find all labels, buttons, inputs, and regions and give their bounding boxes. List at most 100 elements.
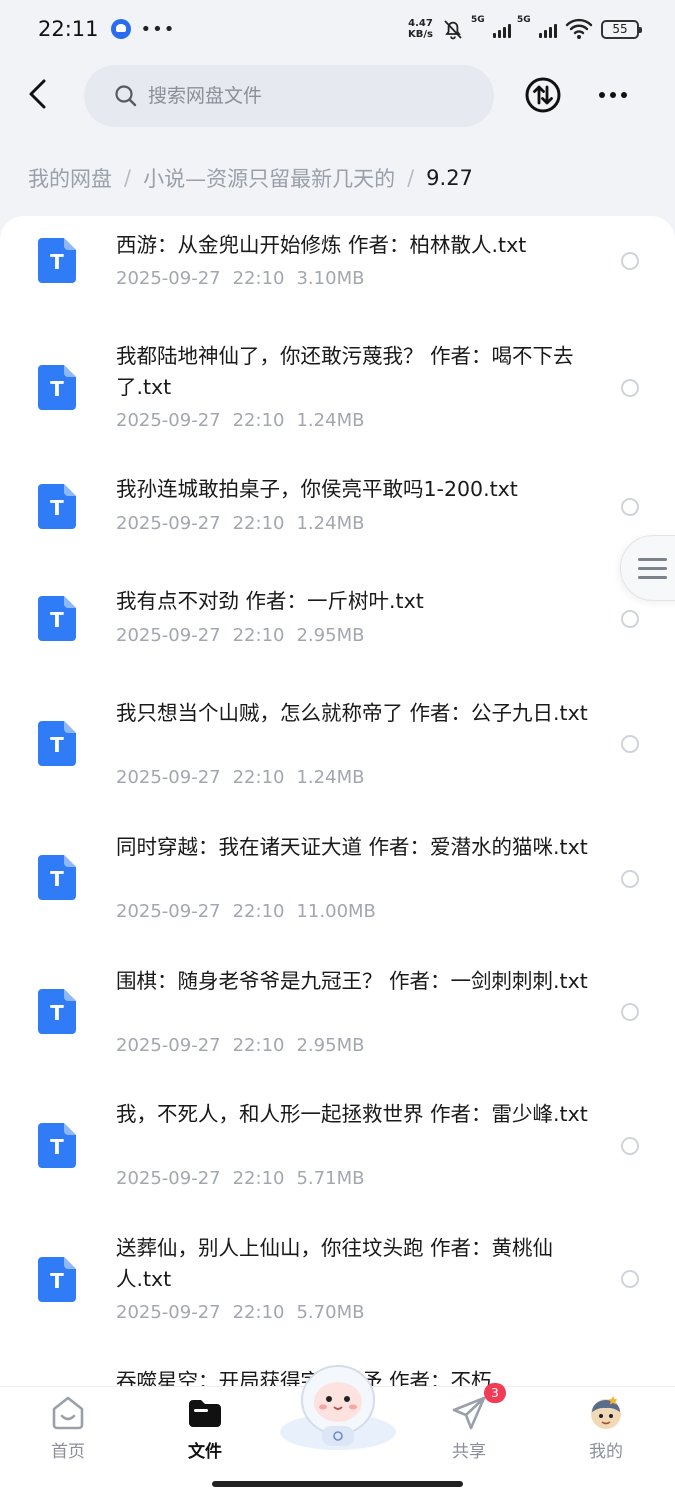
search-input[interactable] xyxy=(148,85,448,107)
menu-line xyxy=(638,557,667,561)
back-button[interactable] xyxy=(20,76,56,112)
select-checkbox[interactable] xyxy=(621,1137,639,1155)
more-options-button[interactable] xyxy=(594,80,632,110)
txt-file-icon: T xyxy=(38,596,76,641)
select-checkbox[interactable] xyxy=(621,735,639,753)
tab-share[interactable]: 3 共享 xyxy=(414,1383,524,1477)
file-name: 我只想当个山贼，怎么就称帝了 作者：公子九日.txt xyxy=(116,701,588,725)
txt-file-icon: T xyxy=(38,365,76,410)
svg-text:T: T xyxy=(50,377,64,401)
file-size: 11.00MB xyxy=(296,901,376,922)
tab-files[interactable]: 文件 xyxy=(150,1387,260,1477)
mute-bell-icon xyxy=(444,20,462,40)
file-time: 22:10 xyxy=(232,625,285,646)
txt-file-icon: T xyxy=(38,721,76,766)
select-checkbox[interactable] xyxy=(621,610,639,628)
select-checkbox[interactable] xyxy=(621,498,639,516)
file-date: 2025-09-27 xyxy=(116,1035,221,1056)
file-date: 2025-09-27 xyxy=(116,901,221,922)
file-name: 送葬仙，别人上仙山，你往坟头跑 作者：黄桃仙人.txt xyxy=(116,1236,554,1291)
share-badge: 3 xyxy=(484,1383,506,1403)
top-navigation xyxy=(0,62,675,128)
file-row[interactable]: T 我孙连城敢拍桌子，你侯亮平敢吗1-200.txt 2025-09-27 22:… xyxy=(0,456,675,566)
ai-assistant-mascot-icon[interactable] xyxy=(278,1352,398,1452)
wifi-icon xyxy=(565,18,593,39)
file-meta: 2025-09-27 22:10 11.00MB xyxy=(116,901,376,922)
file-meta: 2025-09-27 22:10 2.95MB xyxy=(116,625,364,646)
network-speed-value: 4.47 xyxy=(408,18,433,29)
svg-text:T: T xyxy=(50,1001,64,1025)
file-meta: 2025-09-27 22:10 2.95MB xyxy=(116,1035,364,1056)
file-row[interactable]: T 西游：从金兜山开始修炼 作者：柏林散人.txt 2025-09-27 22:1… xyxy=(0,216,675,326)
file-row[interactable]: T 同时穿越：我在诸天证大道 作者：爱潜水的猫咪.txt 2025-09-27 2… xyxy=(0,811,675,945)
file-time: 22:10 xyxy=(232,1302,285,1323)
breadcrumb-folder[interactable]: 小说—资源只留最新几天的 xyxy=(143,163,395,193)
file-meta: 2025-09-27 22:10 1.24MB xyxy=(116,513,364,534)
select-checkbox[interactable] xyxy=(621,1270,639,1288)
more-dot xyxy=(621,92,627,98)
status-indicators: 4.47 KB/s 5G 5G 55 xyxy=(408,15,642,41)
file-row[interactable]: T 我有点不对劲 作者：一斤树叶.txt 2025-09-27 22:10 2.95… xyxy=(0,566,675,676)
select-checkbox[interactable] xyxy=(621,379,639,397)
more-dot xyxy=(610,92,616,98)
more-dot xyxy=(599,92,605,98)
file-meta: 2025-09-27 22:10 3.10MB xyxy=(116,268,364,289)
sim2-label: 5G xyxy=(517,15,531,25)
file-row[interactable]: T 送葬仙，别人上仙山，你往坟头跑 作者：黄桃仙人.txt 2025-09-27… xyxy=(0,1212,675,1345)
file-time: 22:10 xyxy=(232,513,285,534)
file-name: 同时穿越：我在诸天证大道 作者：爱潜水的猫咪.txt xyxy=(116,835,588,859)
file-size: 1.24MB xyxy=(296,513,365,534)
txt-file-icon: T xyxy=(38,1123,76,1168)
txt-file-icon: T xyxy=(38,989,76,1034)
battery-indicator: 55 xyxy=(601,19,642,39)
file-date: 2025-09-27 xyxy=(116,513,221,534)
file-time: 22:10 xyxy=(232,767,285,788)
breadcrumb-separator: / xyxy=(124,166,132,190)
search-bar[interactable] xyxy=(84,65,494,127)
tab-profile[interactable]: 我的 xyxy=(551,1387,661,1477)
breadcrumb-root[interactable]: 我的网盘 xyxy=(28,163,112,193)
file-list: T 西游：从金兜山开始修炼 作者：柏林散人.txt 2025-09-27 22:1… xyxy=(0,216,675,1386)
tab-home-label: 首页 xyxy=(51,1442,85,1462)
file-name: 我有点不对劲 作者：一斤树叶.txt xyxy=(116,589,424,613)
file-time: 22:10 xyxy=(232,901,285,922)
upload-download-icon xyxy=(525,77,561,113)
menu-line xyxy=(638,575,667,579)
file-row[interactable]: T 我都陆地神仙了，你还敢污蔑我？ 作者：喝不下去了.txt 2025-09-2… xyxy=(0,326,675,456)
file-row[interactable]: T 我只想当个山贼，怎么就称帝了 作者：公子九日.txt 2025-09-27 2… xyxy=(0,676,675,811)
network-speed: 4.47 KB/s xyxy=(408,18,433,40)
svg-text:T: T xyxy=(50,1135,64,1159)
file-size: 5.71MB xyxy=(296,1168,365,1189)
select-checkbox[interactable] xyxy=(621,252,639,270)
menu-line xyxy=(638,566,667,570)
select-checkbox[interactable] xyxy=(621,870,639,888)
svg-text:T: T xyxy=(50,1269,64,1293)
file-time: 22:10 xyxy=(232,410,285,431)
file-date: 2025-09-27 xyxy=(116,1168,221,1189)
send-icon xyxy=(452,1396,486,1430)
svg-text:T: T xyxy=(50,733,64,757)
svg-text:T: T xyxy=(50,608,64,632)
transfer-list-button[interactable] xyxy=(524,76,562,114)
home-icon xyxy=(52,1396,84,1430)
file-time: 22:10 xyxy=(232,268,285,289)
battery-level: 55 xyxy=(612,22,628,36)
tab-files-label: 文件 xyxy=(188,1442,222,1462)
file-size: 1.24MB xyxy=(296,410,365,431)
select-checkbox[interactable] xyxy=(621,1003,639,1021)
breadcrumb: 我的网盘 / 小说—资源只留最新几天的 / 9.27 xyxy=(28,160,473,196)
txt-file-icon: T xyxy=(38,855,76,900)
file-row[interactable]: T 我，不死人，和人形一起拯救世界 作者：雷少峰.txt 2025-09-27 2… xyxy=(0,1078,675,1212)
tab-home[interactable]: 首页 xyxy=(13,1387,123,1477)
breadcrumb-separator: / xyxy=(407,166,415,190)
svg-text:T: T xyxy=(50,867,64,891)
svg-text:T: T xyxy=(50,496,64,520)
tab-share-label: 共享 xyxy=(452,1442,486,1462)
more-notifications-icon: ••• xyxy=(140,18,176,40)
file-date: 2025-09-27 xyxy=(116,625,221,646)
file-time: 22:10 xyxy=(232,1168,285,1189)
folder-icon xyxy=(189,1400,221,1427)
baidu-netdisk-notification-icon xyxy=(110,19,131,39)
status-bar: 22:11 ••• 4.47 KB/s 5G 5G 55 xyxy=(0,0,675,58)
file-row[interactable]: T 围棋：随身老爷爷是九冠王？ 作者：一剑刺刺刺.txt 2025-09-27 2… xyxy=(0,945,675,1078)
